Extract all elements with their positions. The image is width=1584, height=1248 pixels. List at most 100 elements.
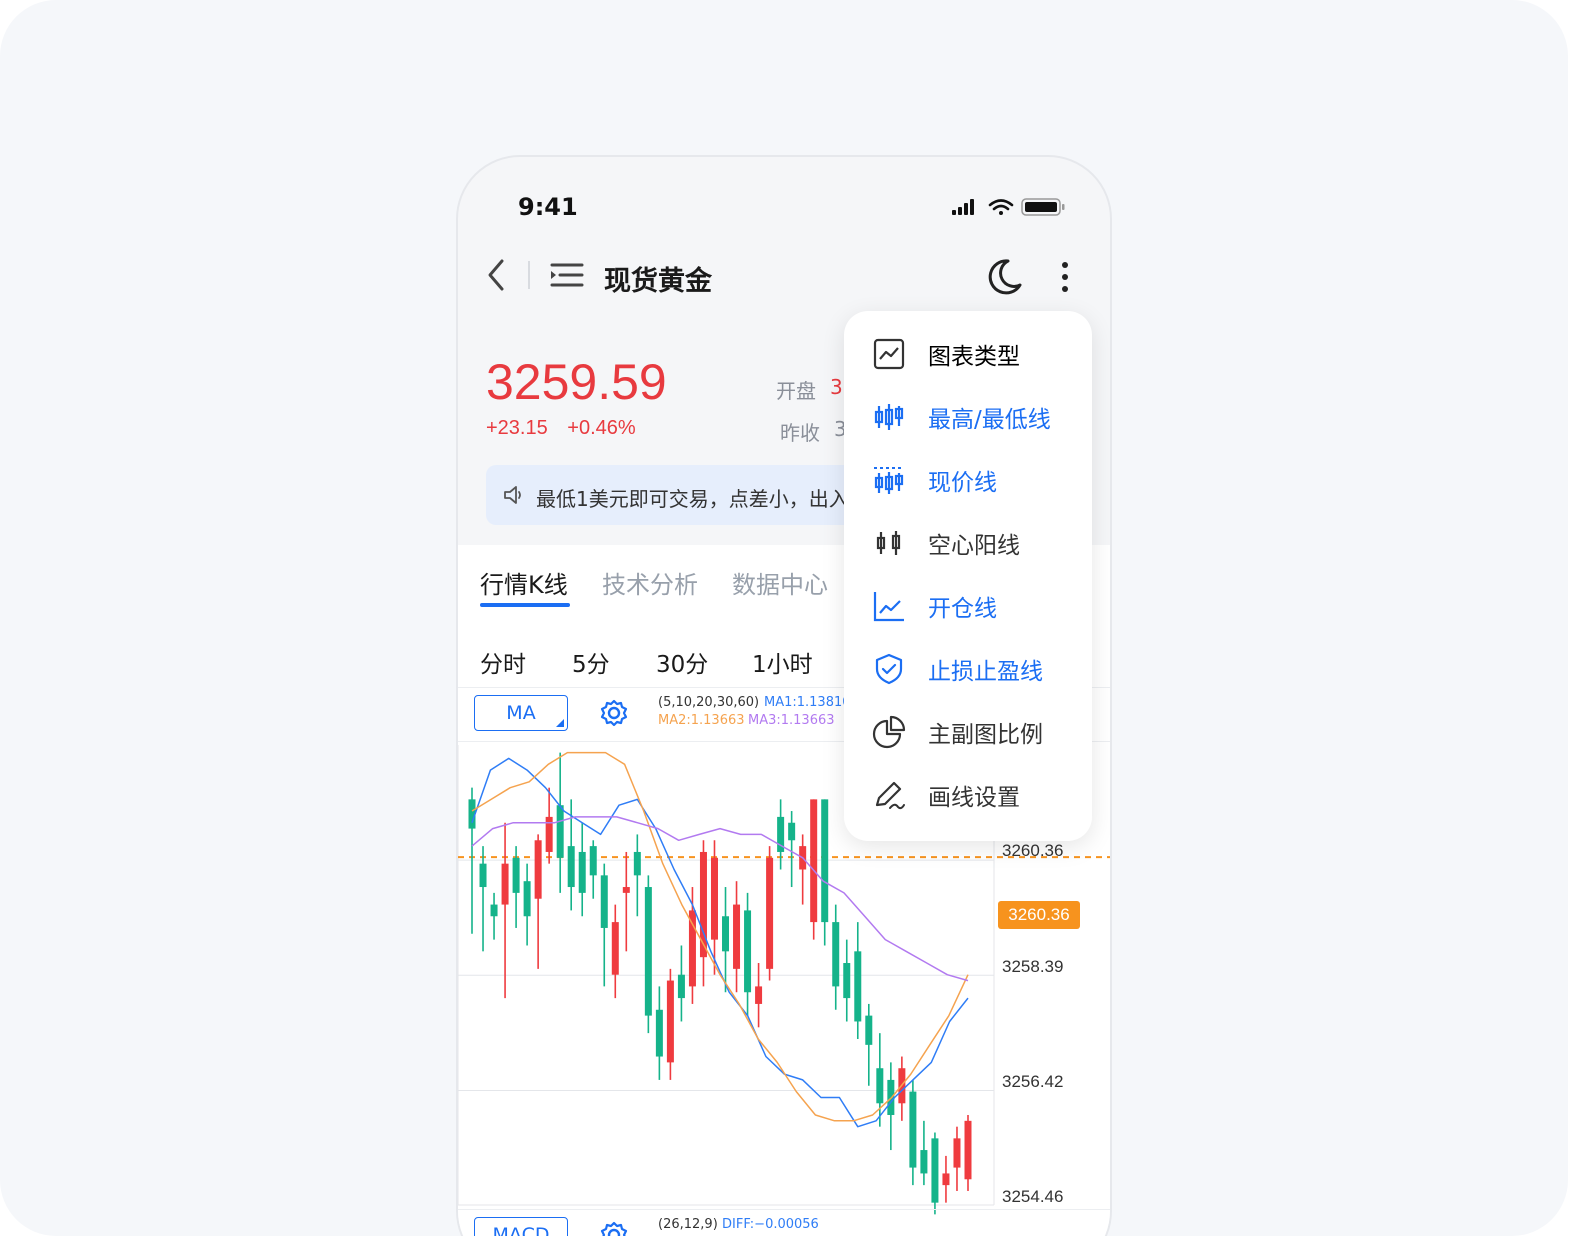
notice-text: 最低1美元即可交易，点差小，出入 [536, 487, 849, 511]
menu-item-label: 开仓线 [928, 596, 997, 622]
candle-body [600, 875, 608, 928]
back-icon[interactable] [484, 257, 510, 293]
menu-item-chart-type[interactable]: 图表类型 [844, 323, 1092, 385]
dropdown-corner-icon [556, 719, 564, 727]
candle-body [490, 904, 498, 917]
ma-label: MA [506, 702, 536, 724]
menu-item-label: 现价线 [928, 470, 997, 496]
list-icon[interactable] [548, 261, 586, 291]
candle-body [755, 986, 763, 1004]
candle-body [699, 851, 707, 958]
ma1-value: MA1:1.13810 [764, 695, 851, 710]
candle-body [633, 851, 641, 876]
menu-item-label: 最高/最低线 [928, 407, 1051, 433]
macd-params: (26,12,9) [658, 1217, 718, 1232]
candle-body [865, 1015, 873, 1045]
period-1h[interactable]: 1小时 [752, 645, 813, 679]
candle-body [766, 857, 774, 969]
phone-frame: 9:41 现货黄金 3259.59 +23.15 +0.46% 开盘 3 昨收 … [456, 155, 1112, 1236]
menu-item-high-low-line[interactable]: 最高/最低线 [844, 386, 1092, 448]
macd-label: MACD [492, 1224, 550, 1236]
change-percent: +0.46% [567, 417, 636, 439]
menu-item-hollow-candle[interactable]: 空心阳线 [844, 512, 1092, 574]
gear-icon[interactable] [600, 1221, 628, 1236]
candle-body [843, 963, 851, 999]
trend-line-icon [873, 592, 904, 622]
background-canvas: 9:41 现货黄金 3259.59 +23.15 +0.46% 开盘 3 昨收 … [0, 0, 1568, 1236]
tab-kline[interactable]: 行情K线 [480, 565, 568, 600]
pie-chart-icon [872, 715, 906, 749]
macd-selector[interactable]: MACD [474, 1217, 568, 1236]
candle-body [876, 1068, 884, 1104]
candle-body [501, 863, 509, 905]
divider [458, 1209, 1110, 1210]
menu-item-label: 图表类型 [928, 344, 1020, 370]
candle-body [655, 1009, 663, 1057]
candle-body [920, 1150, 928, 1174]
page-title: 现货黄金 [604, 266, 712, 297]
candle-body [523, 881, 531, 917]
ma-selector[interactable]: MA [474, 695, 568, 731]
candle-body [744, 910, 752, 993]
candle-body [788, 822, 796, 841]
prev-close-label: 昨收 [780, 421, 820, 445]
signal-icon [952, 199, 974, 215]
open-value: 3 [830, 375, 843, 399]
y-tick-label: 3258.39 [1002, 957, 1064, 976]
y-tick-label: 3254.46 [1002, 1187, 1064, 1206]
candle-body [567, 846, 575, 888]
nav-divider [528, 261, 530, 289]
change-amount: +23.15 [486, 417, 548, 439]
candle-body [534, 840, 542, 899]
menu-item-open-position-line[interactable]: 开仓线 [844, 575, 1092, 637]
candle-body [931, 1138, 939, 1203]
moon-icon[interactable] [984, 257, 1024, 297]
candle-body [710, 857, 718, 940]
price-line-icon [874, 467, 904, 494]
candlestick-range-icon [874, 404, 904, 430]
pen-icon [875, 781, 905, 810]
y-tick-label: 3256.42 [1002, 1072, 1064, 1091]
candle-body [666, 980, 674, 1063]
candle-body [589, 846, 597, 876]
y-tick-label: 3260.36 [1002, 841, 1064, 860]
macd-diff: DIFF:−0.00056 [722, 1217, 819, 1232]
ma2-value: MA2:1.13663 [658, 713, 745, 728]
tab-technical[interactable]: 技术分析 [602, 565, 698, 600]
period-30m[interactable]: 30分 [656, 645, 708, 679]
candle-body [722, 916, 730, 952]
candle-body [611, 922, 619, 975]
menu-item-label: 止损止盈线 [928, 659, 1043, 685]
candle-body [677, 974, 685, 999]
candle-body [733, 904, 741, 969]
tab-underline [480, 603, 570, 607]
candle-body [953, 1138, 961, 1168]
tab-data-center[interactable]: 数据中心 [732, 565, 828, 600]
candle-body [810, 799, 818, 923]
shield-check-icon [875, 653, 903, 685]
ma3-value: MA3:1.13663 [748, 713, 835, 728]
candle-body [512, 857, 520, 893]
candle-body [942, 1173, 950, 1186]
menu-item-drawing-settings[interactable]: 画线设置 [844, 764, 1092, 826]
hollow-candle-icon [876, 531, 901, 555]
current-price: 3259.59 [486, 354, 667, 410]
candle-body [479, 863, 487, 888]
candle-body [832, 922, 840, 987]
open-label: 开盘 [776, 379, 816, 403]
period-timeshare[interactable]: 分时 [480, 645, 526, 679]
candle-body [821, 799, 829, 923]
candle-body [854, 951, 862, 1022]
wifi-icon [988, 199, 1014, 215]
candle-body [622, 887, 630, 893]
more-vertical-icon[interactable] [1058, 259, 1072, 295]
period-5m[interactable]: 5分 [572, 645, 610, 679]
price-change: +23.15 +0.46% [486, 417, 650, 440]
candle-body [909, 1091, 917, 1168]
menu-item-label: 主副图比例 [928, 722, 1043, 748]
current-price-tag: 3260.36 [998, 901, 1080, 929]
menu-item-price-line[interactable]: 现价线 [844, 449, 1092, 511]
menu-item-chart-ratio[interactable]: 主副图比例 [844, 701, 1092, 763]
menu-item-stop-loss-profit[interactable]: 止损止盈线 [844, 638, 1092, 700]
gear-icon[interactable] [600, 699, 628, 727]
